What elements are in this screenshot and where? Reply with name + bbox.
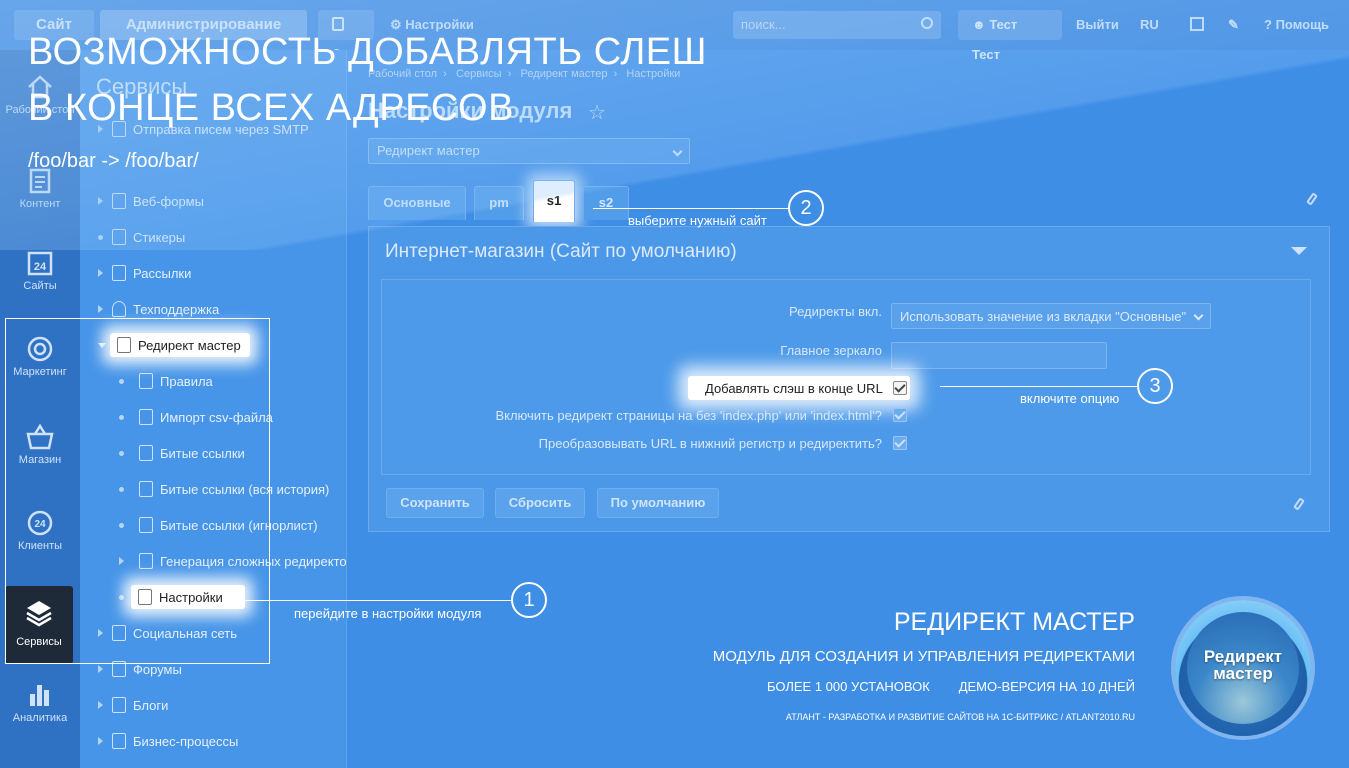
pin-icon[interactable] [1306, 192, 1318, 206]
help-link[interactable]: ? Помощь [1264, 17, 1329, 32]
tab-main[interactable]: Основные [368, 186, 466, 220]
step-1-text: перейдите в настройки модуля [294, 606, 482, 621]
iconbar-label: Аналитика [12, 712, 68, 724]
annotation-line [940, 386, 1138, 387]
logout-link[interactable]: Выйти [1076, 17, 1119, 32]
chevron-down-icon [672, 146, 683, 157]
bar-chart-icon [30, 685, 49, 706]
promo-title: РЕДИРЕКТ МАСТЕР [893, 608, 1135, 636]
redirects-select-value: Использовать значение из вкладки "Основн… [900, 309, 1187, 324]
search-placeholder: поиск... [741, 17, 786, 32]
index-redirect-checkbox[interactable] [893, 408, 907, 422]
collapse-chevron-icon[interactable] [1291, 247, 1307, 255]
iconbar-label: Контент [19, 198, 61, 210]
headline-line: В КОНЦЕ ВСЕХ АДРЕСОВ [28, 87, 514, 129]
help-label: Помощь [1275, 17, 1330, 32]
redirects-label: Редиректы вкл. [788, 304, 882, 319]
tab-pm[interactable]: pm [474, 186, 524, 220]
tab-s1[interactable]: s1 [533, 180, 575, 222]
promo-stats: БОЛЕЕ 1 000 УСТАНОВОК ДЕМО-ВЕРСИЯ НА 10 … [767, 679, 1135, 694]
search-input[interactable]: поиск... [733, 11, 941, 39]
step-3-marker: 3 [1137, 368, 1173, 404]
bizproc-icon [112, 733, 126, 749]
slash-label: Добавлять слэш в конце URL [705, 381, 883, 396]
calendar-24-icon: 24 [27, 251, 53, 276]
step-1-marker: 1 [511, 582, 547, 618]
mirror-label: Главное зеркало [780, 343, 882, 358]
menu-item-label: Блоги [133, 698, 169, 713]
example-text: /foo/bar -> /foo/bar/ [28, 150, 199, 172]
panel-title: Интернет-магазин (Сайт по умолчанию) [385, 241, 737, 262]
iconbar-item-content[interactable]: Контент [0, 168, 80, 210]
module-select-value: Редирект мастер [377, 143, 480, 158]
module-select[interactable]: Редирект мастер [368, 138, 690, 164]
reset-button[interactable]: Сбросить [495, 488, 585, 518]
iconbar-item-analytics[interactable]: Аналитика [0, 682, 80, 724]
help-icon: ? [1264, 17, 1272, 32]
mirror-input[interactable] [891, 342, 1107, 369]
menu-item-label: Форумы [133, 662, 182, 677]
user-button[interactable]: ☻ Тест Тест [958, 10, 1062, 62]
panel-settings-icon[interactable] [1190, 17, 1204, 31]
headline: ВОЗМОЖНОСТЬ ДОБАВЛЯТЬ СЛЕШ В КОНЦЕ ВСЕХ … [28, 24, 707, 136]
redirect-master-logo: Редирект мастер [1175, 600, 1311, 736]
logo-text: мастер [1213, 664, 1273, 683]
step-2-marker: 2 [788, 190, 824, 226]
tab-s2[interactable]: s2 [583, 186, 629, 220]
promo-demo: ДЕМО-ВЕРСИЯ НА 10 ДНЕЙ [958, 679, 1135, 694]
menu-item-label: Техподдержка [133, 302, 220, 317]
menu-item-label: Веб-формы [133, 194, 204, 209]
menu-item-label: Стикеры [133, 230, 186, 245]
highlight-frame [5, 318, 270, 664]
iconbar-item-sites[interactable]: 24 Сайты [0, 250, 80, 292]
iconbar-label: Сайты [23, 280, 57, 292]
search-icon[interactable] [921, 17, 933, 29]
index-redirect-label: Включить редирект страницы на без 'index… [495, 408, 882, 423]
headset-icon [112, 301, 126, 317]
promo-installs: БОЛЕЕ 1 000 УСТАНОВОК [766, 679, 930, 694]
menu-item-label: Бизнес-процессы [133, 734, 239, 749]
stickers-icon [112, 229, 126, 245]
svg-text:24: 24 [34, 261, 47, 273]
slash-checkbox[interactable] [893, 381, 907, 395]
promo-subtitle: МОДУЛЬ ДЛЯ СОЗДАНИЯ И УПРАВЛЕНИЯ РЕДИРЕК… [712, 648, 1135, 665]
redirects-select[interactable]: Использовать значение из вкладки "Основн… [891, 303, 1211, 329]
slash-option-row: Добавлять слэш в конце URL [688, 376, 910, 400]
promo-credits: АТЛАНТ - РАЗРАБОТКА И РАЗВИТИЕ САЙТОВ НА… [785, 712, 1135, 722]
webforms-icon [112, 193, 126, 209]
pin-icon[interactable]: ✎ [1228, 17, 1239, 33]
language-select[interactable]: RU [1140, 17, 1159, 32]
lowercase-label: Преобразовывать URL в нижний регистр и р… [538, 436, 882, 451]
menu-item-label: Рассылки [133, 266, 192, 281]
user-icon: ☻ [972, 17, 986, 32]
save-button[interactable]: Сохранить [386, 488, 484, 518]
step-3-text: включите опцию [1020, 391, 1120, 406]
chevron-down-icon [1193, 310, 1204, 321]
default-button[interactable]: По умолчанию [597, 488, 719, 518]
annotation-line [593, 208, 789, 209]
headline-line: ВОЗМОЖНОСТЬ ДОБАВЛЯТЬ СЛЕШ [28, 31, 707, 73]
blogs-icon [112, 697, 126, 713]
annotation-line [242, 600, 512, 601]
logo-text: Редирект [1203, 647, 1283, 666]
lowercase-checkbox[interactable] [893, 436, 907, 450]
step-2-text: выберите нужный сайт [628, 213, 767, 228]
mailings-icon [112, 265, 126, 281]
